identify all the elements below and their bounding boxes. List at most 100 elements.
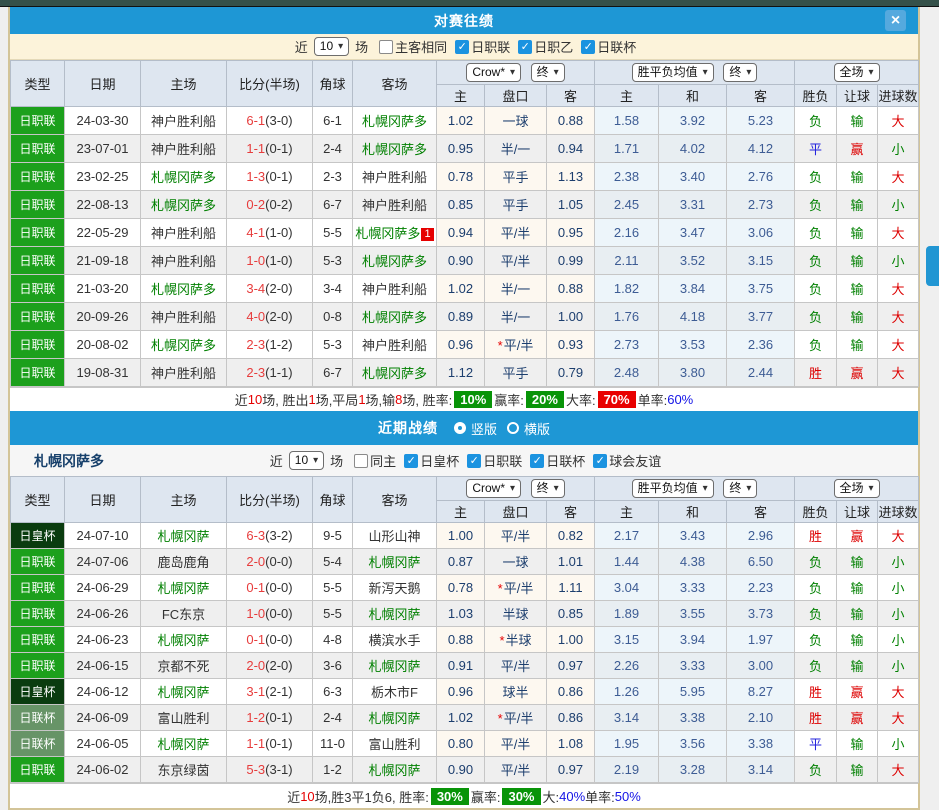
- odds-draw: 4.02: [659, 135, 727, 163]
- result-handicap-cell: 输: [837, 303, 878, 331]
- subcol-ah-home: 主: [437, 85, 485, 107]
- result-wdl-cell: 负: [795, 653, 837, 679]
- score-cell: 0-1(0-0): [227, 627, 313, 653]
- close-icon[interactable]: ×: [885, 10, 906, 31]
- home-team-cell: 札幌冈萨: [141, 627, 227, 653]
- result-handicap: 赢: [851, 366, 864, 381]
- asian-odds-group-header: Crow*▾ 终▾: [437, 61, 595, 85]
- filter-checkbox-label: 日职联: [471, 37, 510, 56]
- wdl-time-select[interactable]: 终▾: [723, 63, 757, 82]
- wdl-average-select[interactable]: 胜平负均值▾: [632, 63, 714, 82]
- fulltime-score: 1-3: [246, 169, 265, 184]
- focus-team-name: 札幌冈萨多: [34, 451, 104, 471]
- home-team-cell: 神户胜利船: [141, 303, 227, 331]
- home-team: 东京绿茵: [157, 763, 209, 778]
- subcol-result: 胜负: [795, 85, 837, 107]
- corner-score: 6-7: [313, 191, 353, 219]
- odds-home-win: 1.71: [595, 135, 659, 163]
- wdl-average-select[interactable]: 胜平负均值▾: [632, 479, 714, 498]
- match-row: 日职联23-07-01神户胜利船1-1(0-1)2-4札幌冈萨多0.95半/一0…: [11, 135, 919, 163]
- ah-away-odds: 0.97: [547, 757, 595, 783]
- recent-filterbar: 札幌冈萨多 近10▾场同主✓日皇杯✓日职联✓日联杯✓球会友谊: [10, 445, 918, 476]
- score-cell: 5-3(3-1): [227, 757, 313, 783]
- result-wdl: 负: [809, 254, 822, 269]
- odds-away-win: 2.76: [727, 163, 795, 191]
- result-wdl: 负: [809, 607, 822, 622]
- match-date: 22-05-29: [65, 219, 141, 247]
- odds-time-select[interactable]: 终▾: [531, 479, 565, 498]
- side-panel-tab[interactable]: [926, 246, 939, 286]
- result-over-under: 小: [892, 198, 905, 213]
- ah-line-text: 平手: [502, 170, 528, 185]
- odds-home-win: 2.16: [595, 219, 659, 247]
- result-over-under: 大: [892, 338, 905, 353]
- checked-checkbox[interactable]: ✓: [581, 40, 595, 54]
- fulltime-score: 2-0: [246, 554, 265, 569]
- checked-checkbox[interactable]: ✓: [467, 454, 481, 468]
- result-over-under: 小: [892, 633, 905, 648]
- wdl-average-select-value: 胜平负均值: [638, 481, 698, 496]
- checked-checkbox[interactable]: ✓: [455, 40, 469, 54]
- score-cell: 4-1(1-0): [227, 219, 313, 247]
- summary-badge-green: 30%: [431, 788, 469, 805]
- result-handicap-cell: 输: [837, 331, 878, 359]
- col-header-score: 比分(半场): [227, 477, 313, 523]
- odds-away-win: 3.73: [727, 601, 795, 627]
- result-handicap: 赢: [851, 685, 864, 700]
- away-team-cell: 札幌冈萨: [353, 705, 437, 731]
- recent-count-select[interactable]: 10▾: [289, 451, 324, 470]
- ah-line-text: 平手: [502, 198, 528, 213]
- chevron-down-icon: ▾: [338, 39, 343, 54]
- summary-text: 场,胜3平1负6, 胜率:: [315, 787, 429, 806]
- home-team: 札幌冈萨多: [151, 170, 216, 185]
- league-type-badge: 日职联: [11, 601, 65, 627]
- recent-count-select[interactable]: 10▾: [314, 37, 349, 56]
- odds-home-win: 2.48: [595, 359, 659, 387]
- result-handicap: 输: [851, 581, 864, 596]
- asian-odds-group-header: Crow*▾ 终▾: [437, 477, 595, 501]
- home-team: 鹿岛鹿角: [157, 555, 209, 570]
- odds-time-select[interactable]: 终▾: [531, 63, 565, 82]
- result-wdl: 负: [809, 763, 822, 778]
- odds-home-win: 1.26: [595, 679, 659, 705]
- result-over-under: 大: [892, 366, 905, 381]
- selected-radio[interactable]: [454, 422, 466, 434]
- result-over-under-cell: 大: [878, 523, 919, 549]
- wdl-time-select[interactable]: 终▾: [723, 479, 757, 498]
- result-wdl: 负: [809, 198, 822, 213]
- away-team-cell: 神户胜利船: [353, 163, 437, 191]
- corner-score: 4-8: [313, 627, 353, 653]
- result-over-under: 小: [892, 142, 905, 157]
- result-handicap: 输: [851, 254, 864, 269]
- odds-time-select-value: 终: [537, 481, 549, 496]
- scope-select[interactable]: 全场▾: [834, 63, 880, 82]
- checked-checkbox[interactable]: ✓: [518, 40, 532, 54]
- ah-line: 平/半: [485, 219, 547, 247]
- checked-checkbox[interactable]: ✓: [530, 454, 544, 468]
- ah-away-odds: 0.86: [547, 679, 595, 705]
- h2h-table: 类型 日期 主场 比分(半场) 角球 客场 Crow*▾ 终▾ 胜平负均值▾ 终…: [10, 60, 919, 387]
- ah-away-odds: 1.05: [547, 191, 595, 219]
- ah-line: 平/半: [485, 757, 547, 783]
- league-type-badge: 日职联: [11, 653, 65, 679]
- ah-home-odds: 0.96: [437, 331, 485, 359]
- match-row: 日职联20-09-26神户胜利船4-0(2-0)0-8札幌冈萨多0.89半/一1…: [11, 303, 919, 331]
- checked-checkbox[interactable]: ✓: [593, 454, 607, 468]
- bookmaker-select[interactable]: Crow*▾: [466, 479, 521, 498]
- corner-score: 9-5: [313, 523, 353, 549]
- unchecked-checkbox[interactable]: [379, 40, 393, 54]
- home-team: 神户胜利船: [151, 366, 216, 381]
- away-team: 札幌冈萨多: [362, 310, 427, 325]
- league-type-badge: 日联杯: [11, 731, 65, 757]
- fulltime-score: 2-0: [246, 658, 265, 673]
- odds-away-win: 2.44: [727, 359, 795, 387]
- checked-checkbox[interactable]: ✓: [404, 454, 418, 468]
- unchecked-checkbox[interactable]: [354, 454, 368, 468]
- ah-line-text: 半/一: [501, 310, 531, 325]
- result-handicap: 赢: [851, 529, 864, 544]
- ah-away-odds: 1.13: [547, 163, 595, 191]
- bookmaker-select[interactable]: Crow*▾: [466, 63, 521, 82]
- result-wdl-cell: 负: [795, 575, 837, 601]
- scope-select[interactable]: 全场▾: [834, 479, 880, 498]
- unselected-radio[interactable]: [507, 422, 519, 434]
